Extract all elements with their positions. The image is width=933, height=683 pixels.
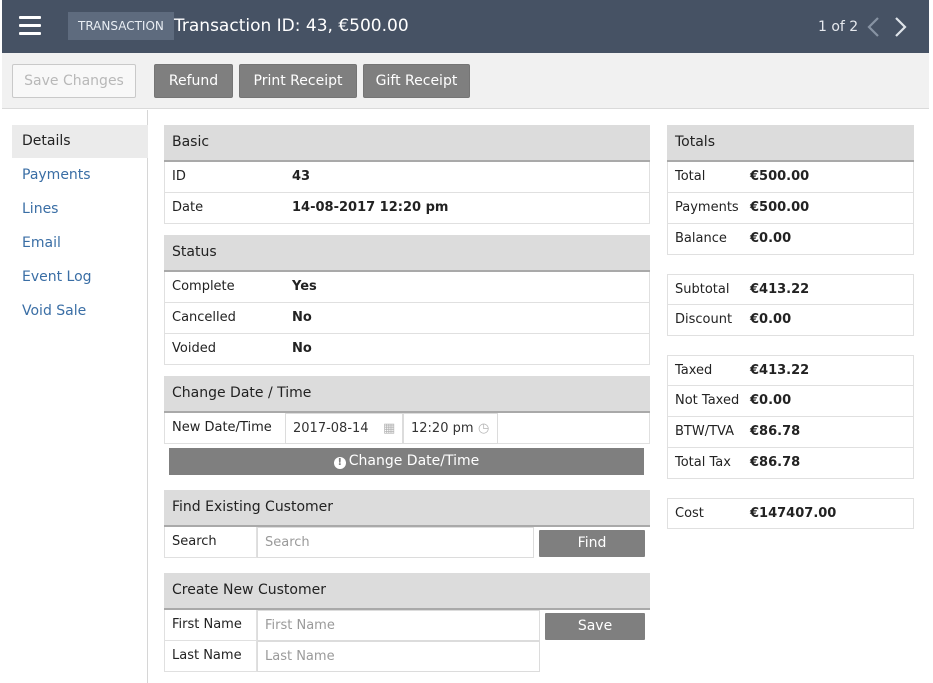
totals-row-btw-tva: BTW/TVA €86.78: [667, 417, 914, 448]
next-arrow-icon[interactable]: [890, 15, 910, 39]
first-name-input[interactable]: [257, 610, 540, 641]
sidebar-item-lines[interactable]: Lines: [12, 193, 148, 226]
sidebar: Details Payments Lines Email Event Log V…: [2, 110, 148, 683]
field-label: Total Tax: [675, 455, 731, 470]
field-label: New Date/Time: [172, 420, 272, 435]
record-type-tag: TRANSACTION: [68, 12, 174, 40]
date-input[interactable]: 2017-08-14 ▦: [285, 413, 403, 444]
field-label: Last Name: [172, 648, 242, 663]
field-value: €86.78: [750, 455, 801, 470]
totals-row-total: Total €500.00: [667, 162, 914, 193]
sidebar-item-event-log[interactable]: Event Log: [12, 261, 148, 294]
field-label: Voided: [172, 341, 216, 356]
field-label: Payments: [675, 200, 739, 215]
basic-panel-header: Basic: [164, 125, 650, 162]
new-customer-panel-header: Create New Customer: [164, 573, 650, 610]
field-label: Complete: [172, 279, 235, 294]
field-label: Total: [675, 169, 706, 184]
basic-row-id: ID 43: [164, 162, 650, 193]
totals-row-total-tax: Total Tax €86.78: [667, 448, 914, 479]
totals-row-balance: Balance €0.00: [667, 224, 914, 255]
field-value: Yes: [292, 279, 317, 294]
refund-button[interactable]: Refund: [154, 64, 233, 98]
field-label: Cancelled: [172, 310, 236, 325]
hamburger-menu-icon[interactable]: [19, 16, 41, 36]
totals-row-payments: Payments €500.00: [667, 193, 914, 224]
field-value: €0.00: [750, 231, 792, 246]
field-value: €0.00: [750, 312, 792, 327]
status-row-cancelled: Cancelled No: [164, 303, 650, 334]
change-date-button[interactable]: ! Change Date/Time: [169, 448, 644, 475]
field-value: €413.22: [750, 282, 810, 297]
field-label: Search: [172, 534, 217, 549]
sidebar-item-payments[interactable]: Payments: [12, 159, 148, 192]
field-value: €413.22: [750, 363, 810, 378]
find-customer-panel-header: Find Existing Customer: [164, 490, 650, 527]
pager-count: 1 of 2: [818, 19, 859, 35]
time-input-value: 12:20 pm: [411, 421, 474, 436]
field-value: No: [292, 341, 312, 356]
find-button[interactable]: Find: [539, 530, 645, 557]
field-value: 14-08-2017 12:20 pm: [292, 200, 449, 215]
field-label: Subtotal: [675, 282, 730, 297]
previous-arrow-icon[interactable]: [864, 15, 884, 39]
field-label: ID: [172, 169, 186, 184]
action-toolbar: Save Changes Refund Print Receipt Gift R…: [2, 53, 929, 109]
basic-row-date: Date 14-08-2017 12:20 pm: [164, 193, 650, 224]
totals-panel-header: Totals: [667, 125, 914, 162]
first-name-row: First Name: [164, 610, 257, 641]
field-value: €0.00: [750, 393, 792, 408]
field-label: Cost: [675, 506, 704, 521]
totals-row-discount: Discount €0.00: [667, 305, 914, 336]
sidebar-item-void-sale[interactable]: Void Sale: [12, 295, 148, 328]
page-title: Transaction ID: 43, €500.00: [174, 16, 409, 36]
clock-icon[interactable]: ◷: [478, 414, 489, 443]
save-customer-button[interactable]: Save: [545, 613, 645, 640]
field-value: €500.00: [750, 169, 810, 184]
sidebar-item-details[interactable]: Details: [12, 125, 148, 158]
exclamation-icon: !: [333, 457, 346, 469]
field-label: Taxed: [675, 363, 713, 378]
sidebar-item-email[interactable]: Email: [12, 227, 148, 260]
field-label: Discount: [675, 312, 733, 327]
totals-row-subtotal: Subtotal €413.22: [667, 274, 914, 305]
totals-row-not-taxed: Not Taxed €0.00: [667, 386, 914, 417]
change-date-panel-header: Change Date / Time: [164, 376, 650, 413]
customer-search-input[interactable]: [257, 527, 534, 558]
field-label: Date: [172, 200, 204, 215]
field-value: €86.78: [750, 424, 801, 439]
time-input[interactable]: 12:20 pm ◷: [403, 413, 498, 444]
totals-row-cost: Cost €147407.00: [667, 498, 914, 529]
field-label: Not Taxed: [675, 393, 740, 408]
field-value: 43: [292, 169, 311, 184]
calendar-icon[interactable]: ▦: [383, 414, 395, 443]
field-label: Balance: [675, 231, 727, 246]
status-row-voided: Voided No: [164, 334, 650, 365]
field-value: No: [292, 310, 312, 325]
last-name-input[interactable]: [257, 641, 540, 672]
gift-receipt-button[interactable]: Gift Receipt: [363, 64, 470, 98]
field-label: BTW/TVA: [675, 424, 734, 439]
search-row: Search: [164, 527, 257, 558]
change-date-button-label: Change Date/Time: [348, 453, 480, 469]
totals-row-taxed: Taxed €413.22: [667, 355, 914, 386]
field-label: First Name: [172, 617, 242, 632]
date-input-value: 2017-08-14: [293, 421, 369, 436]
status-row-complete: Complete Yes: [164, 272, 650, 303]
field-value: €147407.00: [750, 506, 837, 521]
print-receipt-button[interactable]: Print Receipt: [239, 64, 357, 98]
save-changes-button[interactable]: Save Changes: [12, 64, 136, 98]
status-panel-header: Status: [164, 235, 650, 272]
top-bar: TRANSACTION Transaction ID: 43, €500.00 …: [2, 0, 929, 53]
last-name-row: Last Name: [164, 641, 257, 672]
field-value: €500.00: [750, 200, 810, 215]
